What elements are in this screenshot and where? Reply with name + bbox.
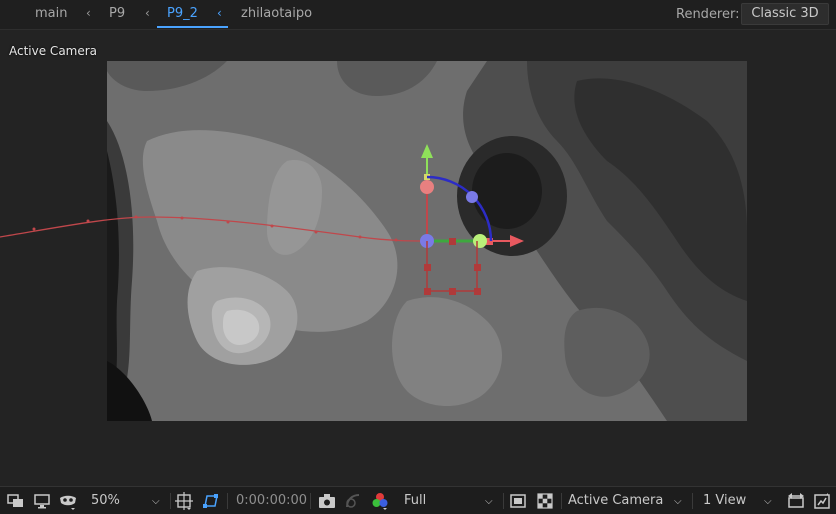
resolution-dropdown[interactable]: Full (404, 491, 426, 511)
chevron-down-icon: ⌵ (152, 496, 160, 507)
breadcrumb-item-p9[interactable]: P9 (109, 6, 125, 22)
renderer-button[interactable]: Classic 3D (741, 3, 829, 25)
x-axis-arrow-icon (510, 235, 524, 247)
mask-path-icon[interactable] (201, 491, 221, 511)
camera-snapshot-icon[interactable] (317, 491, 337, 511)
color-channels-icon[interactable] (370, 491, 390, 511)
bounding-box-handles (424, 238, 481, 295)
composition-viewer[interactable]: Active Camera (0, 31, 836, 486)
breadcrumb-item-main[interactable]: main (35, 6, 67, 22)
transform-gizmo[interactable] (0, 31, 836, 486)
y-axis-arrow-icon (421, 144, 433, 158)
transparency-grid-icon[interactable] (535, 491, 555, 511)
breadcrumb-item-zhilaotaipo[interactable]: zhilaotaipo (241, 6, 312, 22)
grid-guides-icon[interactable] (174, 491, 194, 511)
zoom-dropdown[interactable]: 50% (91, 491, 120, 511)
camera-view-dropdown[interactable]: Active Camera (568, 491, 663, 511)
chevron-left-icon: ‹ (86, 6, 91, 20)
z-rotation-handle (466, 191, 478, 203)
motion-path (0, 216, 428, 242)
show-snapshot-icon[interactable] (343, 491, 363, 511)
current-time-display[interactable]: 0:00:00:00 (236, 491, 307, 511)
monitor-icon[interactable] (32, 491, 52, 511)
chevron-down-icon: ⌵ (674, 496, 682, 507)
fast-previews-icon[interactable] (508, 491, 528, 511)
layer-bounding-box (426, 241, 478, 292)
chevron-left-icon: ‹ (217, 6, 222, 20)
z-rotation-arc (426, 175, 493, 242)
chevron-down-icon: ⌵ (485, 496, 493, 507)
chevron-down-icon: ⌵ (764, 496, 772, 507)
viewer-toolbar: 50% ⌵ 0:00:00:00 Full ⌵ Active Camera ⌵ … (0, 486, 836, 514)
active-tab-indicator (157, 26, 228, 28)
viewer-tab-bar: main ‹ P9 ‹ P9_2 ‹ zhilaotaipo Renderer:… (0, 0, 836, 30)
view-options-icon[interactable] (812, 491, 832, 511)
region-of-interest-icon[interactable] (6, 491, 26, 511)
chevron-left-icon: ‹ (145, 6, 150, 20)
x-position-handle (473, 234, 487, 248)
reset-exposure-icon[interactable] (786, 491, 806, 511)
view-layout-dropdown[interactable]: 1 View (703, 491, 746, 511)
mask-visibility-icon[interactable] (58, 491, 78, 511)
breadcrumb-item-p9-2[interactable]: P9_2 (167, 6, 198, 22)
y-position-handle (420, 180, 434, 194)
renderer-label: Renderer: (676, 7, 740, 22)
